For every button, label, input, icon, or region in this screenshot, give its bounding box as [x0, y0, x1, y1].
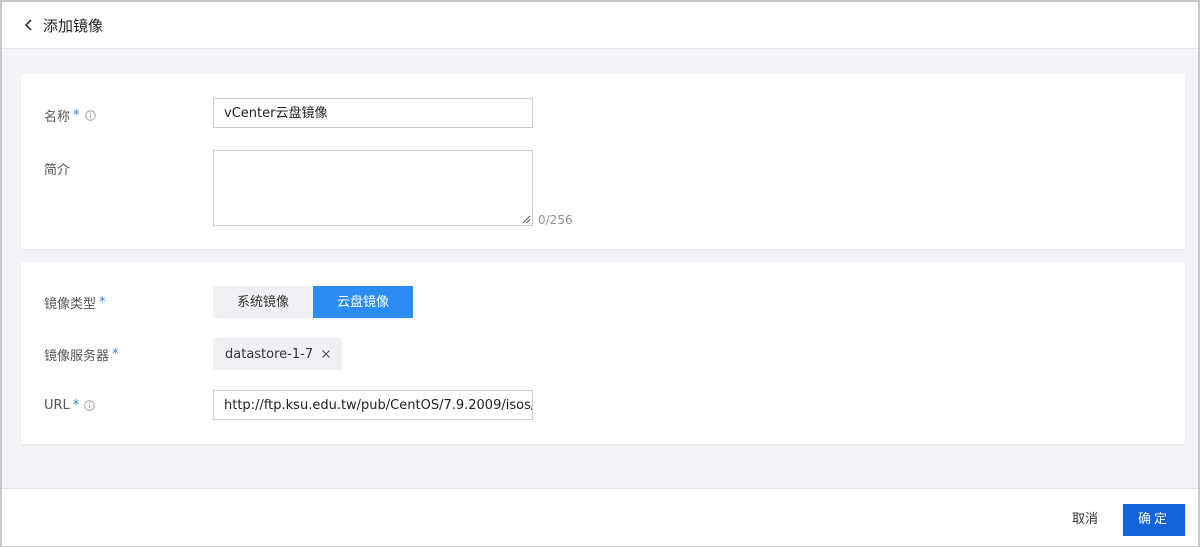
url-input[interactable]: http://ftp.ksu.edu.tw/pub/CentOS/7.9.200…	[213, 390, 533, 420]
image-type-label: 镜像类型 *	[44, 295, 106, 312]
required-mark: *	[72, 398, 80, 413]
required-mark: *	[99, 295, 106, 310]
image-type-segment: 系统镜像 云盘镜像	[213, 286, 413, 318]
image-server-label: 镜像服务器 *	[44, 347, 119, 364]
description-label: 简介	[44, 163, 71, 178]
image-server-tag: datastore-1-7	[213, 338, 343, 370]
info-icon[interactable]	[84, 110, 96, 121]
char-counter: 0/256	[538, 213, 573, 227]
basic-info-card: 名称 * vCenter云盘镜像 简介 0/256	[21, 74, 1185, 249]
tag-label: datastore-1-7	[225, 346, 314, 362]
chevron-left-icon	[24, 19, 32, 31]
url-label: URL *	[44, 398, 96, 413]
description-textarea[interactable]	[213, 150, 533, 226]
required-mark: *	[112, 347, 119, 362]
resize-handle-icon[interactable]	[522, 215, 531, 224]
image-source-card: 镜像类型 * 系统镜像 云盘镜像 镜像服务器 * datastore-1-7 U…	[21, 262, 1185, 444]
name-input[interactable]: vCenter云盘镜像	[213, 98, 533, 128]
cloud-disk-image-option[interactable]: 云盘镜像	[313, 286, 413, 318]
back-button[interactable]: 添加镜像	[23, 15, 103, 36]
page-title: 添加镜像	[43, 16, 104, 35]
page-footer: 取消 确定	[2, 488, 1198, 546]
cancel-button[interactable]: 取消	[1060, 505, 1110, 535]
info-icon[interactable]	[84, 400, 96, 411]
page-header: 添加镜像	[2, 2, 1198, 49]
close-icon[interactable]	[321, 349, 331, 359]
confirm-button[interactable]: 确定	[1123, 504, 1185, 536]
required-mark: *	[73, 108, 80, 123]
system-image-option[interactable]: 系统镜像	[213, 286, 313, 318]
page-frame: 添加镜像 名称 * vCenter云盘镜像 简介 0/256 镜像类型 * 系统…	[0, 0, 1200, 547]
name-label: 名称 *	[44, 106, 96, 125]
